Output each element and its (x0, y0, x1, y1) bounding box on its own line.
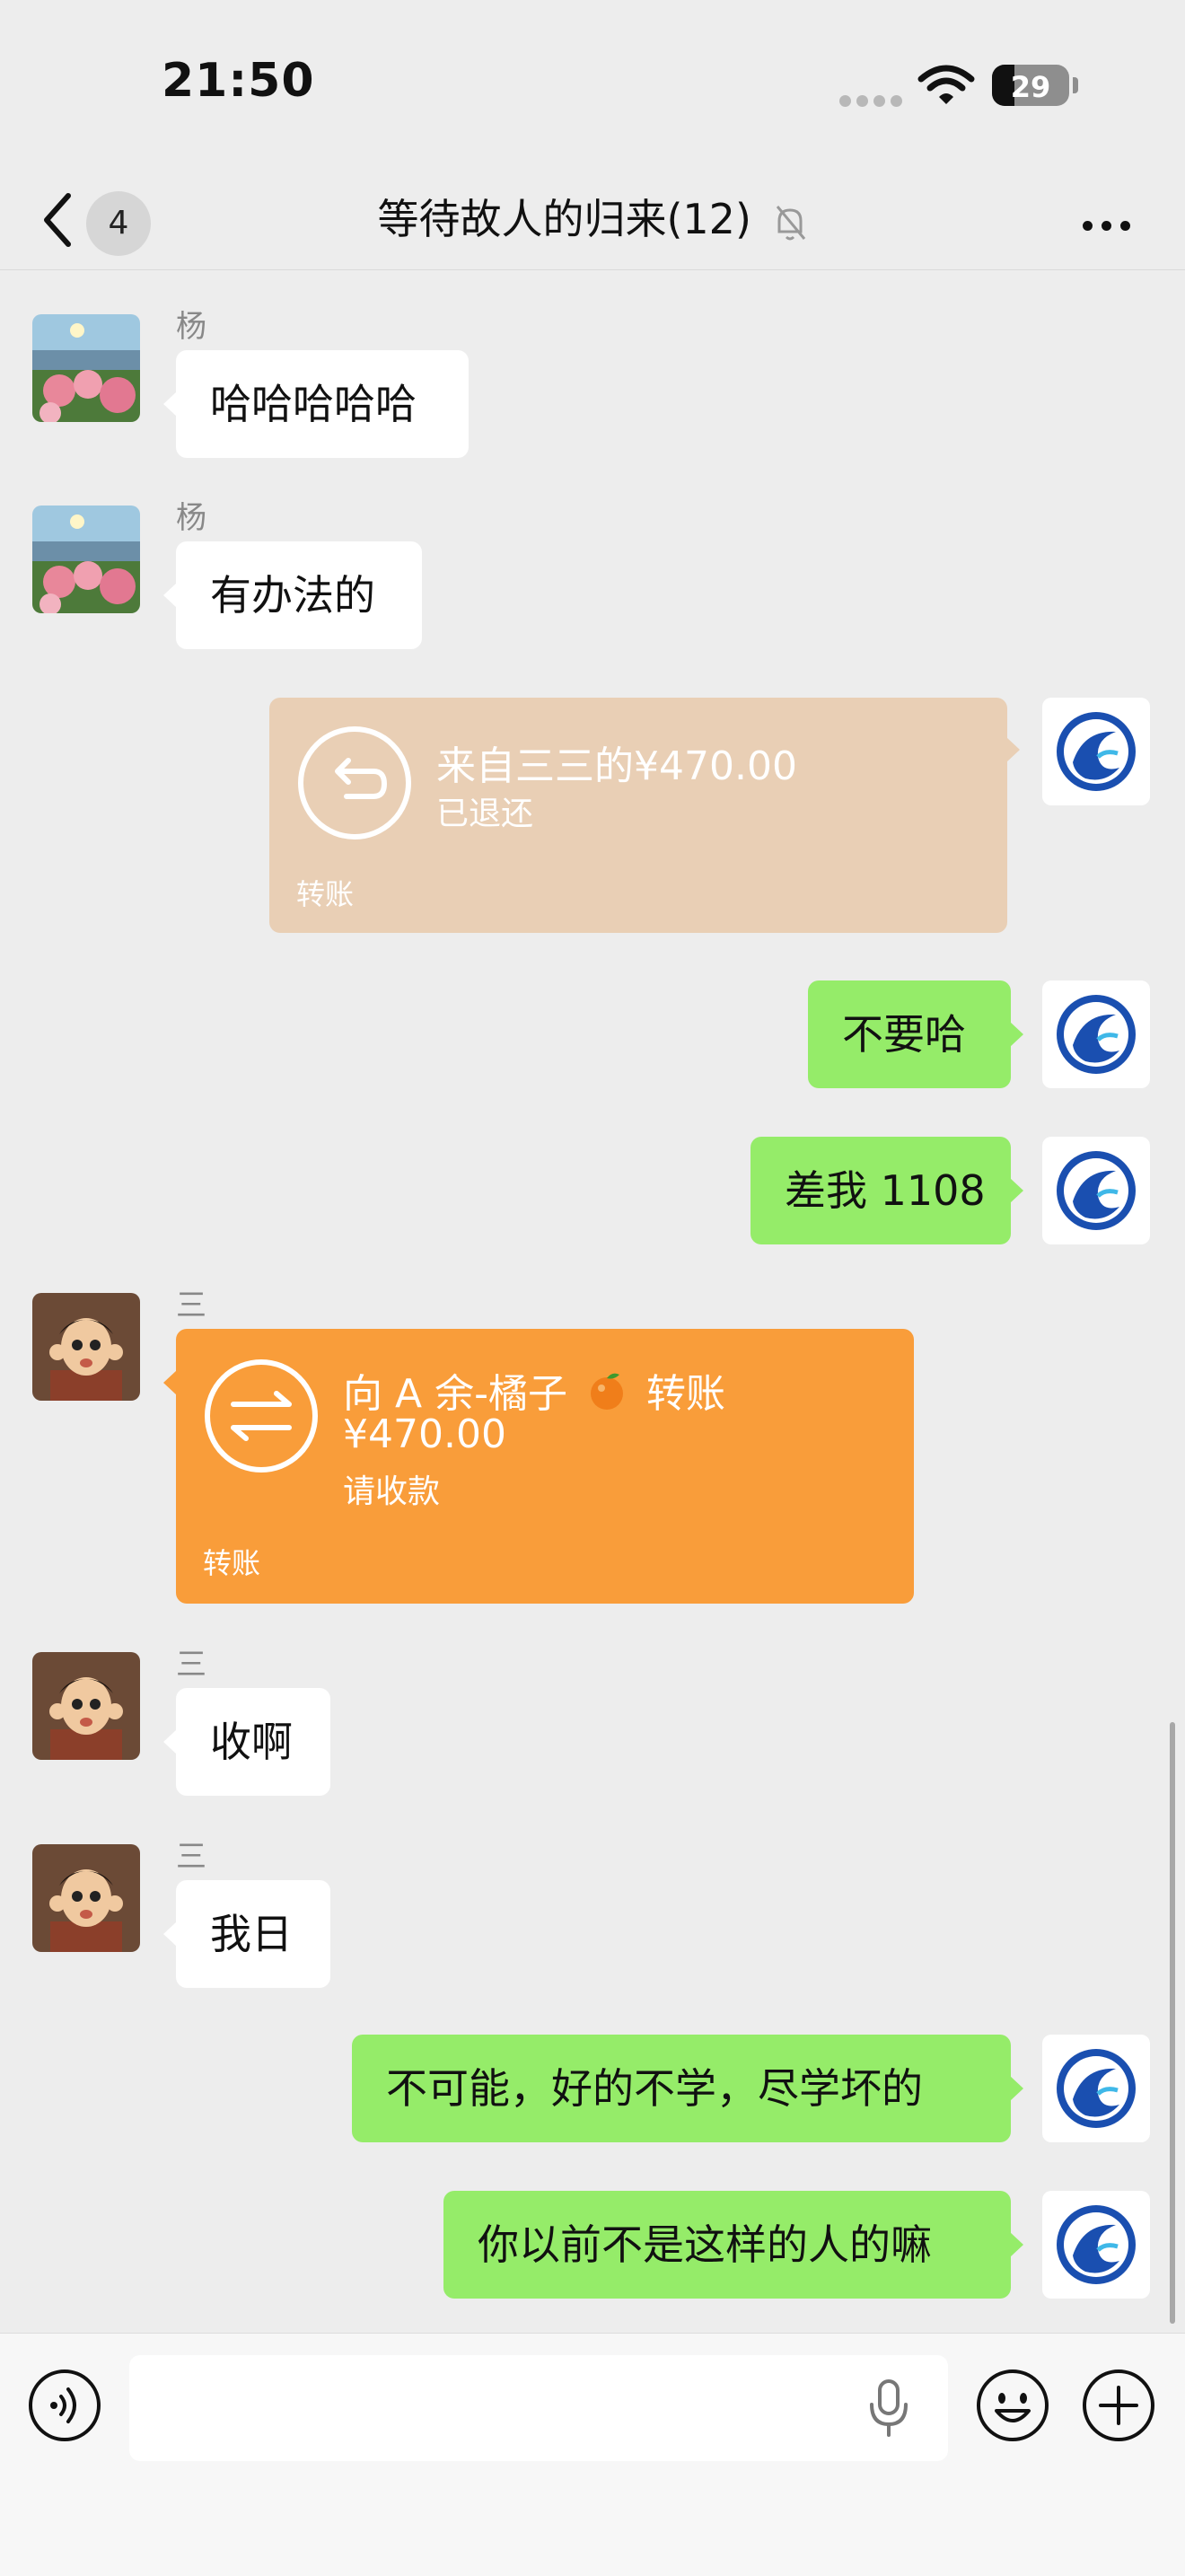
transfer-status: 已退还 (436, 796, 534, 832)
avatar-self[interactable] (1042, 2191, 1150, 2299)
group-name: 等待故人的归来(12) (377, 195, 751, 243)
microphone-icon[interactable] (866, 2376, 911, 2440)
transfer-label: 转账 (203, 1546, 261, 1580)
avatar-sansan[interactable] (32, 1293, 140, 1401)
mute-bell-icon (776, 205, 805, 240)
chat-title: 等待故人的归来(12) (0, 183, 1185, 255)
orange-emoji-icon (590, 1373, 623, 1410)
refund-arrow-icon (298, 726, 411, 840)
plus-icon[interactable] (1081, 2368, 1156, 2443)
transfer-amount-text: 来自三三的¥470.00 (436, 743, 797, 789)
more-options-icon[interactable] (1083, 217, 1139, 234)
avatar-self[interactable] (1042, 980, 1150, 1088)
battery-icon: 29 (992, 65, 1069, 106)
message-bubble[interactable]: 收啊 (163, 1688, 330, 1796)
transfer-label: 转账 (296, 877, 355, 911)
transfer-card-refunded[interactable]: 来自三三的¥470.00 已退还 转账 (269, 698, 1020, 933)
avatar-yangpo[interactable] (32, 314, 140, 422)
transfer-amount: ¥470.00 (343, 1411, 506, 1457)
transfer-status: 请收款 (343, 1473, 441, 1510)
input-bar (0, 2333, 1185, 2576)
avatar-sansan[interactable] (32, 1652, 140, 1760)
avatar-yangpo[interactable] (32, 506, 140, 613)
message-input[interactable] (129, 2355, 948, 2461)
wifi-icon (917, 65, 975, 104)
chat-header: 4 等待故人的归来(12) (0, 171, 1185, 270)
transfer-card-pending[interactable]: 向 A 余-橘子 转账 ¥470.00 请收款 转账 (163, 1329, 914, 1604)
message-bubble[interactable]: 不要哈 (808, 980, 1023, 1088)
emoji-icon[interactable] (975, 2368, 1050, 2443)
message-bubble[interactable]: 哈哈哈哈哈 (163, 350, 469, 458)
avatar-sansan[interactable] (32, 1844, 140, 1952)
status-bar: 21:50 29 (0, 0, 1185, 171)
status-time: 21:50 (162, 54, 315, 108)
message-bubble[interactable]: 不可能，好的不学，尽学坏的 (352, 2035, 1023, 2142)
message-bubble[interactable]: 差我 1108 (750, 1137, 1023, 1244)
transfer-arrows-icon (205, 1359, 318, 1473)
message-bubble[interactable]: 我日 (163, 1880, 330, 1988)
message-bubble[interactable]: 你以前不是这样的人的嘛 (443, 2191, 1023, 2299)
transfer-recipient: 向 A 余-橘子 转账 (343, 1361, 725, 1419)
avatar-self[interactable] (1042, 2035, 1150, 2142)
transfer-action: 转账 (645, 1371, 725, 1417)
battery-tip (1073, 77, 1078, 93)
message-bubble[interactable]: 有办法的 (163, 541, 422, 649)
avatar-self[interactable] (1042, 1137, 1150, 1244)
scrollbar[interactable] (1170, 1722, 1175, 2324)
transfer-recipient-name: 向 A 余-橘子 (343, 1371, 567, 1417)
cellular-signal-icon (839, 93, 908, 110)
voice-toggle-icon[interactable] (27, 2368, 102, 2443)
avatar-self[interactable] (1042, 698, 1150, 805)
battery-level: 29 (1010, 70, 1051, 104)
